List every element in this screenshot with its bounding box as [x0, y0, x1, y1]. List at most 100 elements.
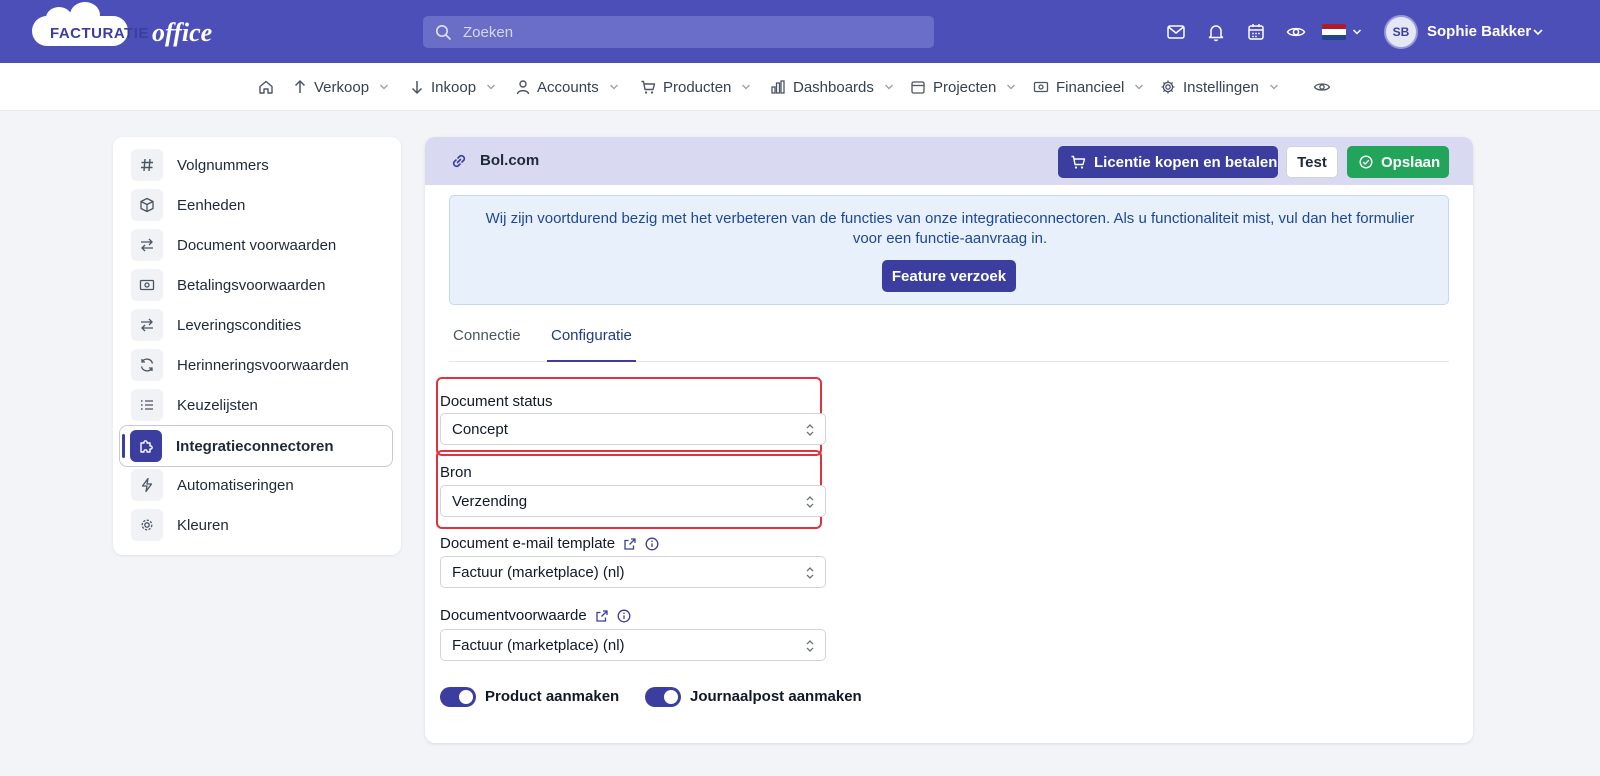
user-name[interactable]: Sophie Bakker [1427, 23, 1531, 40]
sidebar-item-label: Keuzelijsten [177, 396, 258, 414]
top-bar: FACTURATIE office Zoeken SB Sophie Bakke… [0, 0, 1600, 63]
documentvoorwaarde-label: Documentvoorwaarde [440, 607, 587, 624]
nav-label: Producten [663, 78, 732, 96]
sidebar-item-label: Kleuren [177, 516, 229, 534]
documentvoorwaarde-label-row: Documentvoorwaarde [440, 607, 631, 624]
sidebar-item-label: Integratieconnectoren [176, 437, 334, 455]
chevron-down-icon [380, 84, 389, 90]
tab-bar: Connectie Configuratie [449, 317, 1449, 362]
bolt-icon [141, 477, 153, 493]
journaalpost-toggle[interactable] [645, 687, 681, 707]
nav-home[interactable] [258, 77, 274, 97]
sidebar-item-eenheden[interactable]: Eenheden [121, 185, 393, 225]
icon-box [131, 149, 163, 181]
mail-icon[interactable] [1166, 22, 1186, 42]
nav-view-toggle[interactable] [1313, 77, 1331, 97]
eye-icon [1313, 83, 1331, 91]
sidebar-item-volgnummers[interactable]: Volgnummers [121, 145, 393, 185]
sidebar-item-integratieconnectoren[interactable]: Integratieconnectoren [119, 425, 393, 467]
test-button[interactable]: Test [1286, 146, 1338, 178]
arrow-down-icon [411, 81, 423, 95]
bar-chart-icon [771, 80, 785, 94]
arrow-up-icon [294, 79, 306, 93]
chevron-down-icon [487, 84, 496, 90]
sidebar-item-label: Document voorwaarden [177, 236, 337, 254]
nav-verkoop[interactable]: Verkoop [293, 77, 389, 97]
tab-configuratie[interactable]: Configuratie [547, 317, 636, 362]
nav-label: Instellingen [1183, 78, 1259, 96]
icon-box [131, 389, 163, 421]
nav-label: Verkoop [314, 78, 370, 96]
feature-request-button[interactable]: Feature verzoek [882, 260, 1016, 292]
nav-instellingen[interactable]: Instellingen [1160, 77, 1279, 97]
notice-text: Wij zijn voortdurend bezig met het verbe… [485, 210, 1415, 247]
chevron-updown-icon [806, 424, 814, 436]
chevron-down-icon [1007, 84, 1016, 90]
sidebar-item-document-voorwaarden[interactable]: Document voorwaarden [121, 225, 393, 265]
box-icon [140, 197, 154, 213]
calendar-icon[interactable] [1246, 22, 1266, 42]
info-icon[interactable] [645, 537, 659, 551]
chevron-updown-icon [806, 496, 814, 508]
list-icon [140, 400, 153, 410]
sidebar-item-kleuren[interactable]: Kleuren [121, 505, 393, 545]
check-circle-icon [1359, 155, 1373, 169]
settings-sidebar: Volgnummers Eenheden Document voorwaarde… [113, 137, 401, 555]
buy-license-button[interactable]: Licentie kopen en betalen [1058, 146, 1278, 178]
icon-box [131, 309, 163, 341]
bron-value: Verzending [452, 492, 528, 510]
nav-accounts[interactable]: Accounts [516, 77, 619, 97]
nav-label: Accounts [537, 78, 599, 96]
cart-icon [1071, 155, 1086, 169]
product-toggle[interactable] [440, 687, 476, 707]
email-template-value: Factuur (marketplace) (nl) [452, 563, 625, 581]
sidebar-item-keuzelijsten[interactable]: Keuzelijsten [121, 385, 393, 425]
product-toggle-label: Product aanmaken [485, 688, 620, 705]
sidebar-item-label: Volgnummers [177, 156, 269, 174]
sidebar-item-herinneringsvoorwaarden[interactable]: Herinneringsvoorwaarden [121, 345, 393, 385]
nav-inkoop[interactable]: Inkoop [410, 77, 496, 97]
app-logo[interactable]: FACTURATIE office [32, 2, 212, 48]
documentvoorwaarde-select[interactable]: Factuur (marketplace) (nl) [440, 629, 826, 661]
bron-select[interactable]: Verzending [440, 485, 826, 517]
icon-box [131, 189, 163, 221]
avatar[interactable]: SB [1384, 15, 1418, 49]
sidebar-item-betalingsvoorwaarden[interactable]: Betalingsvoorwaarden [121, 265, 393, 305]
nav-producten[interactable]: Producten [640, 77, 751, 97]
nav-label: Projecten [933, 78, 997, 96]
icon-box [131, 509, 163, 541]
bell-icon[interactable] [1206, 22, 1226, 42]
sidebar-item-automatiseringen[interactable]: Automatiseringen [121, 465, 393, 505]
external-link-icon[interactable] [623, 537, 637, 551]
journaalpost-toggle-label: Journaalpost aanmaken [690, 688, 862, 705]
money-icon [1033, 81, 1049, 93]
document-status-select[interactable]: Concept [440, 413, 826, 445]
chevron-down-icon[interactable] [1352, 27, 1362, 37]
icon-box [131, 469, 163, 501]
sidebar-item-leveringscondities[interactable]: Leveringscondities [121, 305, 393, 345]
toggle-knob [664, 690, 678, 704]
eye-icon[interactable] [1286, 22, 1306, 42]
chevron-updown-icon [806, 567, 814, 579]
nav-dashboards[interactable]: Dashboards [770, 77, 894, 97]
search-input[interactable]: Zoeken [423, 16, 934, 48]
chevron-down-icon[interactable] [1532, 27, 1544, 37]
hash-icon [141, 158, 153, 172]
buy-license-label: Licentie kopen en betalen [1094, 153, 1278, 171]
main-nav: Verkoop Inkoop Accounts Producten Dashbo… [0, 63, 1600, 111]
save-button[interactable]: Opslaan [1347, 146, 1449, 178]
language-flag-icon[interactable] [1322, 24, 1346, 40]
page-title: Bol.com [480, 152, 540, 169]
info-icon[interactable] [617, 609, 631, 623]
tab-connectie[interactable]: Connectie [449, 317, 525, 362]
panel-header: Bol.com Licentie kopen en betalen Test O… [425, 137, 1473, 185]
external-link-icon[interactable] [595, 609, 609, 623]
logo-word-office: office [152, 18, 213, 47]
nav-label: Inkoop [431, 78, 477, 96]
nav-financieel[interactable]: Financieel [1033, 77, 1144, 97]
cart-icon [641, 80, 656, 94]
icon-box [130, 430, 162, 462]
swap-icon [141, 238, 153, 252]
nav-projecten[interactable]: Projecten [910, 77, 1016, 97]
email-template-select[interactable]: Factuur (marketplace) (nl) [440, 556, 826, 588]
